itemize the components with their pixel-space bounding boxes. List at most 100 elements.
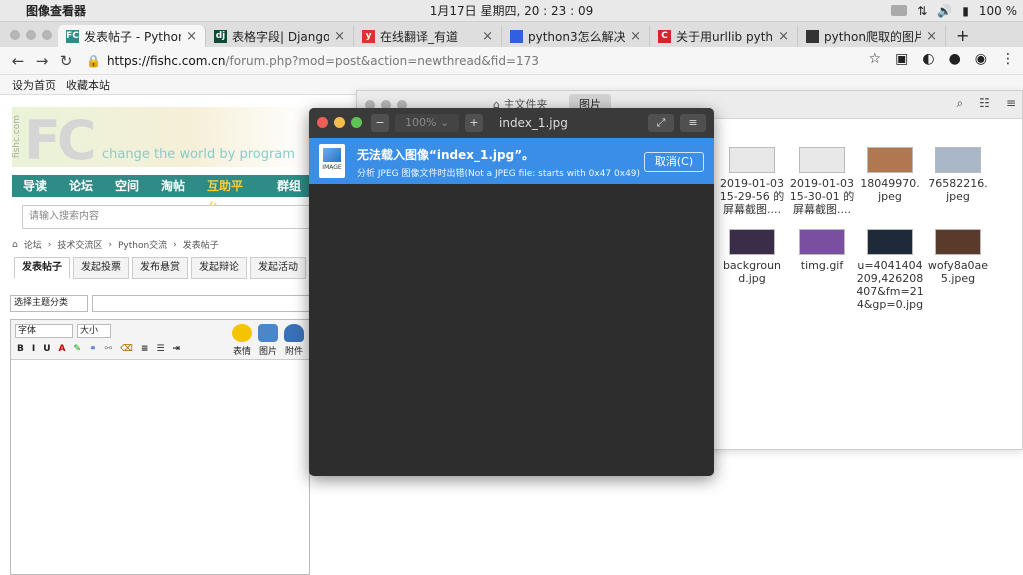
- logo-mark: FC: [24, 109, 97, 172]
- minimize-window-button[interactable]: [26, 29, 36, 40]
- close-tab-icon[interactable]: ×: [778, 29, 789, 44]
- breadcrumb-item[interactable]: Python交流: [118, 238, 167, 251]
- search-icon[interactable]: ⌕: [956, 96, 963, 111]
- tab-title: python爬取的图片无: [824, 29, 921, 44]
- zoom-in-button[interactable]: +: [465, 114, 483, 132]
- align-left-icon[interactable]: ≡: [141, 344, 149, 354]
- subject-input[interactable]: [92, 295, 322, 312]
- new-tab-button[interactable]: +: [946, 25, 979, 47]
- nav-item[interactable]: 论坛: [58, 175, 104, 197]
- highlight-icon[interactable]: ✎: [74, 344, 82, 354]
- account-icon[interactable]: ◉: [975, 51, 987, 67]
- tab-new-post[interactable]: 发表帖子: [14, 257, 70, 279]
- bookmark-item[interactable]: 设为首页: [12, 77, 56, 93]
- bookmark-item[interactable]: 收藏本站: [66, 77, 110, 93]
- volume-icon[interactable]: 🔊: [937, 4, 952, 18]
- topic-type-select[interactable]: 选择主题分类: [10, 295, 88, 312]
- forward-icon[interactable]: →: [30, 52, 54, 70]
- file-item[interactable]: timg.gif: [787, 229, 857, 272]
- font-select[interactable]: 字体: [15, 324, 73, 338]
- list-view-icon[interactable]: ☷: [979, 96, 990, 111]
- subject-row: 选择主题分类: [10, 295, 322, 312]
- home-icon[interactable]: ⌂: [12, 240, 18, 250]
- minimize-window-button[interactable]: [334, 117, 345, 128]
- extension-icon[interactable]: ▣: [895, 51, 908, 67]
- underline-button[interactable]: U: [43, 344, 50, 354]
- fullscreen-icon[interactable]: ⤢: [648, 114, 674, 132]
- file-item[interactable]: 18049970. jpeg: [855, 147, 925, 203]
- app-name[interactable]: 图像查看器: [26, 2, 86, 19]
- close-tab-icon[interactable]: ×: [334, 29, 345, 44]
- tray-icon[interactable]: [891, 5, 908, 16]
- post-type-tabs: 发表帖子 发起投票 发布悬赏 发起辩论 发起活动: [14, 257, 306, 279]
- nav-item[interactable]: 空间: [104, 175, 150, 197]
- battery-icon[interactable]: ▮: [962, 4, 969, 18]
- attach-button[interactable]: 附件: [279, 324, 309, 357]
- file-item[interactable]: u=4041404 209,426208 407&fm=21 4&gp=0.jp…: [855, 229, 925, 311]
- search-input[interactable]: 请输入搜索内容: [22, 205, 312, 229]
- clock[interactable]: 1月17日 星期四, 20 : 23 : 09: [0, 2, 1023, 19]
- viewer-title: index_1.jpg: [499, 116, 568, 130]
- italic-button[interactable]: I: [32, 344, 35, 354]
- zoom-value: 100%: [405, 116, 437, 129]
- browser-tab[interactable]: C 关于用urllib python ×: [650, 25, 798, 47]
- nav-item[interactable]: 群组: [266, 175, 312, 197]
- browser-tab[interactable]: y 在线翻译_有道 ×: [354, 25, 502, 47]
- maximize-window-button[interactable]: [42, 29, 52, 40]
- star-icon[interactable]: ☆: [869, 51, 882, 67]
- close-tab-icon[interactable]: ×: [630, 29, 641, 44]
- link-icon[interactable]: ⚭: [89, 344, 97, 354]
- back-icon[interactable]: ←: [6, 52, 30, 70]
- close-tab-icon[interactable]: ×: [482, 29, 493, 44]
- browser-tab[interactable]: python爬取的图片无 ×: [798, 25, 946, 47]
- extension-icon[interactable]: ◐: [922, 51, 934, 67]
- network-icon[interactable]: ⇅: [917, 4, 927, 18]
- maximize-window-button[interactable]: [351, 117, 362, 128]
- close-window-button[interactable]: [317, 117, 328, 128]
- zoom-select[interactable]: 100% ⌄: [395, 114, 459, 132]
- breadcrumb-item[interactable]: 技术交流区: [57, 238, 102, 251]
- paw-icon: [510, 29, 523, 43]
- indent-icon[interactable]: ⇥: [173, 344, 181, 354]
- tab-poll[interactable]: 发起投票: [73, 257, 129, 279]
- file-name: 2019-01-03 15-30-01 的屏幕截图....: [789, 177, 855, 216]
- file-item[interactable]: 2019-01-03 15-29-56 的屏幕截图....: [717, 147, 787, 216]
- menu-icon[interactable]: ≡: [680, 114, 706, 132]
- file-item[interactable]: backgroun d.jpg: [717, 229, 787, 285]
- breadcrumb-item[interactable]: 论坛: [24, 238, 42, 251]
- nav-item[interactable]: 淘帖: [150, 175, 196, 197]
- reload-icon[interactable]: ↻: [54, 52, 78, 70]
- file-name: u=4041404 209,426208 407&fm=21 4&gp=0.jp…: [856, 259, 924, 311]
- cancel-button[interactable]: 取消(C): [644, 152, 704, 172]
- viewer-header: − 100% ⌄ + index_1.jpg ⤢ ≡: [309, 108, 714, 138]
- close-window-button[interactable]: [10, 29, 20, 40]
- file-item[interactable]: 2019-01-03 15-30-01 的屏幕截图....: [787, 147, 857, 216]
- nav-item[interactable]: 导读: [12, 175, 58, 197]
- unlink-icon[interactable]: ⚯: [105, 344, 113, 354]
- file-item[interactable]: wofy8a0ae 5.jpeg: [923, 229, 993, 285]
- emoji-icon: [232, 324, 252, 342]
- size-select[interactable]: 大小: [77, 324, 111, 338]
- menu-icon[interactable]: ≡: [1006, 96, 1016, 111]
- site-logo[interactable]: fishc.com FC change the world by program: [12, 107, 312, 172]
- post-editor[interactable]: 字体 大小 B I U A ✎ ⚭ ⚯ ⌫ ≡ ☰ ⇥ 表情 图片 附件: [10, 319, 310, 575]
- browser-tab[interactable]: python3怎么解决爬 ×: [502, 25, 650, 47]
- nav-item[interactable]: 互助平台: [196, 175, 266, 215]
- menu-icon[interactable]: ⋮: [1001, 51, 1015, 67]
- font-color-button[interactable]: A: [59, 344, 66, 354]
- tab-debate[interactable]: 发起辩论: [191, 257, 247, 279]
- close-tab-icon[interactable]: ×: [926, 29, 937, 44]
- clear-format-icon[interactable]: ⌫: [120, 344, 133, 354]
- zoom-out-button[interactable]: −: [371, 114, 389, 132]
- list-icon[interactable]: ☰: [156, 344, 164, 354]
- browser-tab[interactable]: dj 表格字段| Django文 ×: [206, 25, 354, 47]
- file-item[interactable]: 76582216. jpeg: [923, 147, 993, 203]
- bold-button[interactable]: B: [17, 344, 24, 354]
- tab-event[interactable]: 发起活动: [250, 257, 306, 279]
- tab-reward[interactable]: 发布悬赏: [132, 257, 188, 279]
- browser-tab[interactable]: FC 发表帖子 - Python交 ×: [58, 25, 206, 47]
- url-field[interactable]: 🔒 https://fishc.com.cn/forum.php?mod=pos…: [86, 50, 826, 72]
- extension-icon[interactable]: ●: [949, 51, 961, 67]
- close-tab-icon[interactable]: ×: [186, 29, 197, 44]
- tab-title: 在线翻译_有道: [380, 29, 459, 44]
